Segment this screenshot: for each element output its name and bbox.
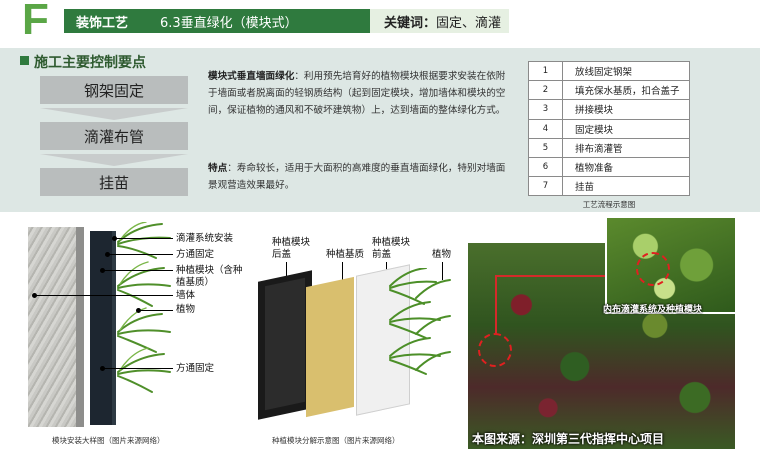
- wall-edge: [76, 227, 84, 427]
- table-row: 3 拼接模块: [528, 99, 690, 120]
- step-box-3: 挂苗: [40, 168, 188, 196]
- header-section-title: 6.3垂直绿化（模块式）: [160, 16, 298, 31]
- module-diagram-caption: 种植模块分解示意图（图片来源网络）: [272, 436, 400, 445]
- row-number: 6: [528, 156, 563, 178]
- keyword-label: 关键词：: [384, 16, 437, 31]
- row-text: 植物准备: [562, 156, 690, 178]
- planting-substrate-illustration: [306, 276, 354, 418]
- table-row: 1 放线固定钢架: [528, 60, 690, 82]
- label-plant: 植物: [176, 304, 196, 315]
- section-letter: F: [22, 0, 49, 44]
- description-paragraph-2: 特点：寿命较长，适用于大面积的高难度的垂直墙面绿化，特别对墙面景观营造效果最好。: [208, 160, 513, 194]
- row-number: 5: [528, 137, 563, 158]
- description-label-2: 特点: [208, 163, 228, 174]
- label-front-cover-1: 种植模块: [372, 237, 411, 248]
- arrow-down-icon: [40, 154, 188, 166]
- label-planting-module-2: 植基质）: [176, 277, 215, 288]
- table-row: 4 固定模块: [528, 118, 690, 139]
- plant-illustration: [117, 222, 171, 393]
- table-row: 7 挂苗: [528, 176, 690, 197]
- install-diagram-caption: 模块安装大样图（图片来源网络）: [52, 436, 165, 445]
- table-row: 2 填充保水基质，扣合盖子: [528, 80, 690, 101]
- row-text: 放线固定钢架: [562, 60, 690, 82]
- header-keywords: 关键词：固定、滴灌: [384, 12, 501, 31]
- step-box-1: 钢架固定: [40, 76, 188, 104]
- label-planting-substrate: 种植基质: [326, 249, 365, 260]
- row-number: 4: [528, 118, 563, 139]
- row-text: 拼接模块: [562, 99, 690, 120]
- label-back-cover-1: 种植模块: [272, 237, 311, 248]
- highlight-circle: [636, 252, 670, 286]
- row-text: 固定模块: [562, 118, 690, 139]
- leader-line: [108, 254, 173, 255]
- leader-line: [139, 310, 173, 311]
- row-text: 填充保水基质，扣合盖子: [562, 80, 690, 101]
- photo-source-caption: 本图来源：深圳第三代指挥中心项目: [472, 432, 665, 446]
- table-row: 6 植物准备: [528, 156, 690, 178]
- label-square-tube-bottom: 方通固定: [176, 363, 215, 374]
- label-planting-module-1: 种植模块（含种: [176, 265, 243, 276]
- description-paragraph-1: 模块式垂直墙面绿化：利用预先培育好的植物模块根据要求安装在依附于墙面或者脱离面的…: [208, 68, 513, 119]
- header-category: 装饰工艺: [76, 16, 129, 31]
- leader-line: [115, 238, 173, 239]
- table-row: 5 排布滴灌管: [528, 137, 690, 158]
- arrow-down-icon: [40, 108, 188, 120]
- label-drip-system: 滴灌系统安装: [176, 233, 234, 244]
- inset-caption: 内布滴灌系统及种植模块: [603, 305, 703, 315]
- callout-line: [495, 275, 497, 335]
- flow-table-caption: 工艺流程示意图: [582, 200, 636, 209]
- description-text-2: ：寿命较长，适用于大面积的高难度的垂直墙面绿化，特别对墙面景观营造效果最好。: [208, 163, 506, 191]
- step-box-2: 滴灌布管: [40, 122, 188, 150]
- steel-frame-illustration: [90, 231, 112, 425]
- highlight-circle: [478, 333, 512, 367]
- row-text: 挂苗: [562, 176, 690, 197]
- row-number: 2: [528, 80, 563, 101]
- keyword-values: 固定、滴灌: [436, 16, 502, 31]
- process-flow-table: 1 放线固定钢架 2 填充保水基质，扣合盖子 3 拼接模块 4 固定模块 5 排布滴灌管 …: [528, 60, 690, 197]
- square-bullet-icon: [20, 56, 29, 65]
- label-front-cover-2: 前盖: [372, 249, 392, 260]
- wall-section-illustration: [28, 227, 76, 427]
- module-plants-illustration: [389, 268, 451, 375]
- label-back-cover-2: 后盖: [272, 249, 292, 260]
- leader-line: [103, 270, 173, 271]
- label-plant-module: 植物: [432, 249, 452, 260]
- control-title: 施工主要控制要点: [34, 55, 146, 71]
- description-label-1: 模块式垂直墙面绿化: [208, 71, 295, 82]
- row-number: 1: [528, 60, 563, 82]
- module-back-cover-inner: [265, 277, 305, 411]
- label-square-tube-top: 方通固定: [176, 249, 215, 260]
- inset-photo: [605, 216, 737, 314]
- leader-line: [103, 368, 173, 369]
- row-number: 7: [528, 176, 563, 197]
- row-text: 排布滴灌管: [562, 137, 690, 158]
- label-wall: 墙体: [176, 290, 196, 301]
- leader-line: [35, 295, 173, 296]
- row-number: 3: [528, 99, 563, 120]
